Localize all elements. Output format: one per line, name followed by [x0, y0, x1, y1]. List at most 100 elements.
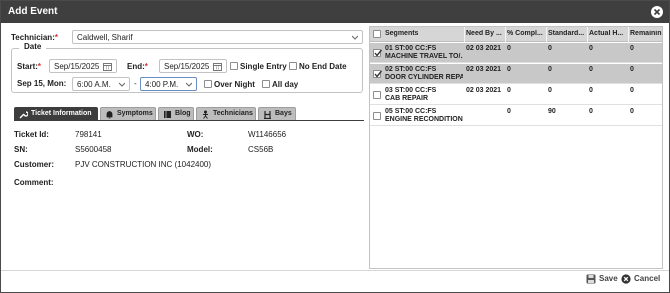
- close-icon[interactable]: [650, 5, 664, 19]
- actual: 0: [589, 108, 593, 115]
- over-night-label: Over Night: [214, 80, 255, 89]
- technician-select[interactable]: Caldwell, Sharif: [72, 30, 363, 44]
- table-row[interactable]: 05 ST:00 CC:FS ENGINE RECONDITION 0 90 0…: [370, 106, 662, 126]
- end-date-value: Sep/15/2025: [164, 62, 210, 71]
- save-label: Save: [599, 274, 618, 283]
- check-icon: [374, 70, 383, 78]
- table-row[interactable]: 03 ST:00 CC:FS CAB REPAIR 02 03 2021 0 0…: [370, 85, 662, 105]
- actual: 0: [589, 66, 593, 73]
- tab-symptoms[interactable]: Symptoms: [100, 107, 156, 120]
- row-checkbox[interactable]: [373, 112, 381, 120]
- end-time-value: 4:00 P.M.: [145, 80, 179, 89]
- all-day-label: All day: [272, 80, 299, 89]
- wo-value: W1146656: [248, 130, 287, 139]
- wrench-icon: [19, 111, 28, 119]
- person-icon: [203, 110, 208, 119]
- cancel-button[interactable]: Cancel: [621, 274, 660, 286]
- complete: 0: [507, 108, 511, 115]
- cancel-icon: [621, 274, 631, 284]
- model-value: CS56B: [248, 145, 274, 154]
- segment-desc: MACHINE TRAVEL TO/...: [385, 53, 463, 60]
- tab-ticket-information[interactable]: Ticket Information: [14, 107, 98, 120]
- col-need-by[interactable]: Need By ...: [466, 30, 504, 37]
- remaining: 0: [630, 108, 634, 115]
- need-by: 02 03 2021: [466, 87, 502, 94]
- segments-grid: Segments Need By ... % Compl... Standard…: [369, 26, 663, 269]
- col-remaining[interactable]: Remainin...: [630, 30, 662, 37]
- single-entry-checkbox[interactable]: [230, 62, 238, 70]
- comment-label: Comment:: [14, 178, 54, 187]
- time-dash: -: [134, 79, 137, 88]
- segment-code: 02 ST:00 CC:FS: [385, 66, 437, 73]
- start-date-field[interactable]: Sep/15/2025: [49, 59, 117, 73]
- chevron-down-icon: [352, 35, 358, 40]
- col-complete[interactable]: % Compl...: [507, 30, 545, 37]
- complete: 0: [507, 66, 511, 73]
- save-button[interactable]: Save: [586, 274, 618, 286]
- sn-label: SN:: [14, 145, 28, 154]
- ticket-id-value: 798141: [75, 130, 102, 139]
- date-legend: Date: [19, 42, 47, 51]
- col-standard[interactable]: Standard...: [548, 30, 586, 37]
- cancel-label: Cancel: [634, 274, 661, 283]
- tab-bays[interactable]: Bays: [258, 107, 296, 120]
- day-label: Sep 15, Mon:: [17, 79, 67, 88]
- standard: 0: [548, 66, 552, 73]
- dialog-titlebar: Add Event: [1, 1, 669, 23]
- customer-label: Customer:: [14, 160, 55, 169]
- segment-code: 05 ST:00 CC:FS: [385, 108, 437, 115]
- tab-divider: [14, 120, 364, 121]
- standard: 0: [548, 45, 552, 52]
- over-night-checkbox[interactable]: [204, 80, 212, 88]
- calendar-icon[interactable]: [213, 62, 222, 71]
- segment-code: 03 ST:00 CC:FS: [385, 87, 437, 94]
- check-icon: [374, 49, 383, 57]
- all-day-checkbox[interactable]: [262, 80, 270, 88]
- bell-icon: [106, 111, 113, 119]
- row-checkbox[interactable]: [373, 91, 381, 99]
- chevron-down-icon: [119, 82, 125, 87]
- table-row[interactable]: 02 ST:00 CC:FS DOOR CYLINDER REPAIR 02 0…: [370, 64, 662, 84]
- lift-icon: [264, 111, 271, 119]
- row-checkbox[interactable]: [373, 49, 383, 57]
- start-date-value: Sep/15/2025: [54, 62, 100, 71]
- no-end-date-checkbox[interactable]: [289, 62, 297, 70]
- tab-technicians[interactable]: Technicians: [196, 107, 256, 120]
- col-actual[interactable]: Actual H...: [589, 30, 627, 37]
- tab-blog[interactable]: Blog: [158, 107, 194, 120]
- technician-label: Technician:*: [11, 33, 58, 42]
- segments-header: Segments Need By ... % Compl... Standard…: [370, 27, 662, 42]
- wo-label: WO:: [187, 130, 204, 139]
- actual: 0: [589, 45, 593, 52]
- start-time-value: 6:00 A.M.: [77, 80, 111, 89]
- complete: 0: [507, 45, 511, 52]
- remaining: 0: [630, 87, 634, 94]
- no-end-date-label: No End Date: [299, 62, 347, 71]
- standard: 0: [548, 87, 552, 94]
- standard: 90: [548, 108, 556, 115]
- col-segments[interactable]: Segments: [385, 30, 463, 37]
- remaining: 0: [630, 45, 634, 52]
- actual: 0: [589, 87, 593, 94]
- chevron-down-icon: [186, 82, 192, 87]
- add-event-dialog: Add Event Technician:* Caldwell, Sharif …: [0, 0, 670, 293]
- row-checkbox[interactable]: [373, 70, 383, 78]
- segment-desc: DOOR CYLINDER REPAIR: [385, 74, 463, 81]
- end-label: End:*: [127, 62, 148, 71]
- complete: 0: [507, 87, 511, 94]
- end-date-field[interactable]: Sep/15/2025: [159, 59, 227, 73]
- start-time-select[interactable]: 6:00 A.M.: [72, 77, 130, 91]
- table-row[interactable]: 01 ST:00 CC:FS MACHINE TRAVEL TO/... 02 …: [370, 43, 662, 63]
- tab-label: Technicians: [213, 110, 253, 117]
- tab-label: Ticket Information: [31, 110, 92, 117]
- single-entry-label: Single Entry: [240, 62, 287, 71]
- calendar-icon[interactable]: [103, 62, 112, 71]
- segment-desc: ENGINE RECONDITION: [385, 116, 463, 123]
- end-time-select[interactable]: 4:00 P.M.: [140, 77, 197, 91]
- tab-label: Blog: [175, 110, 191, 117]
- need-by: 02 03 2021: [466, 45, 502, 52]
- remaining: 0: [630, 66, 634, 73]
- ticket-id-label: Ticket Id:: [14, 130, 49, 139]
- select-all-checkbox[interactable]: [373, 30, 381, 38]
- book-icon: [164, 111, 171, 118]
